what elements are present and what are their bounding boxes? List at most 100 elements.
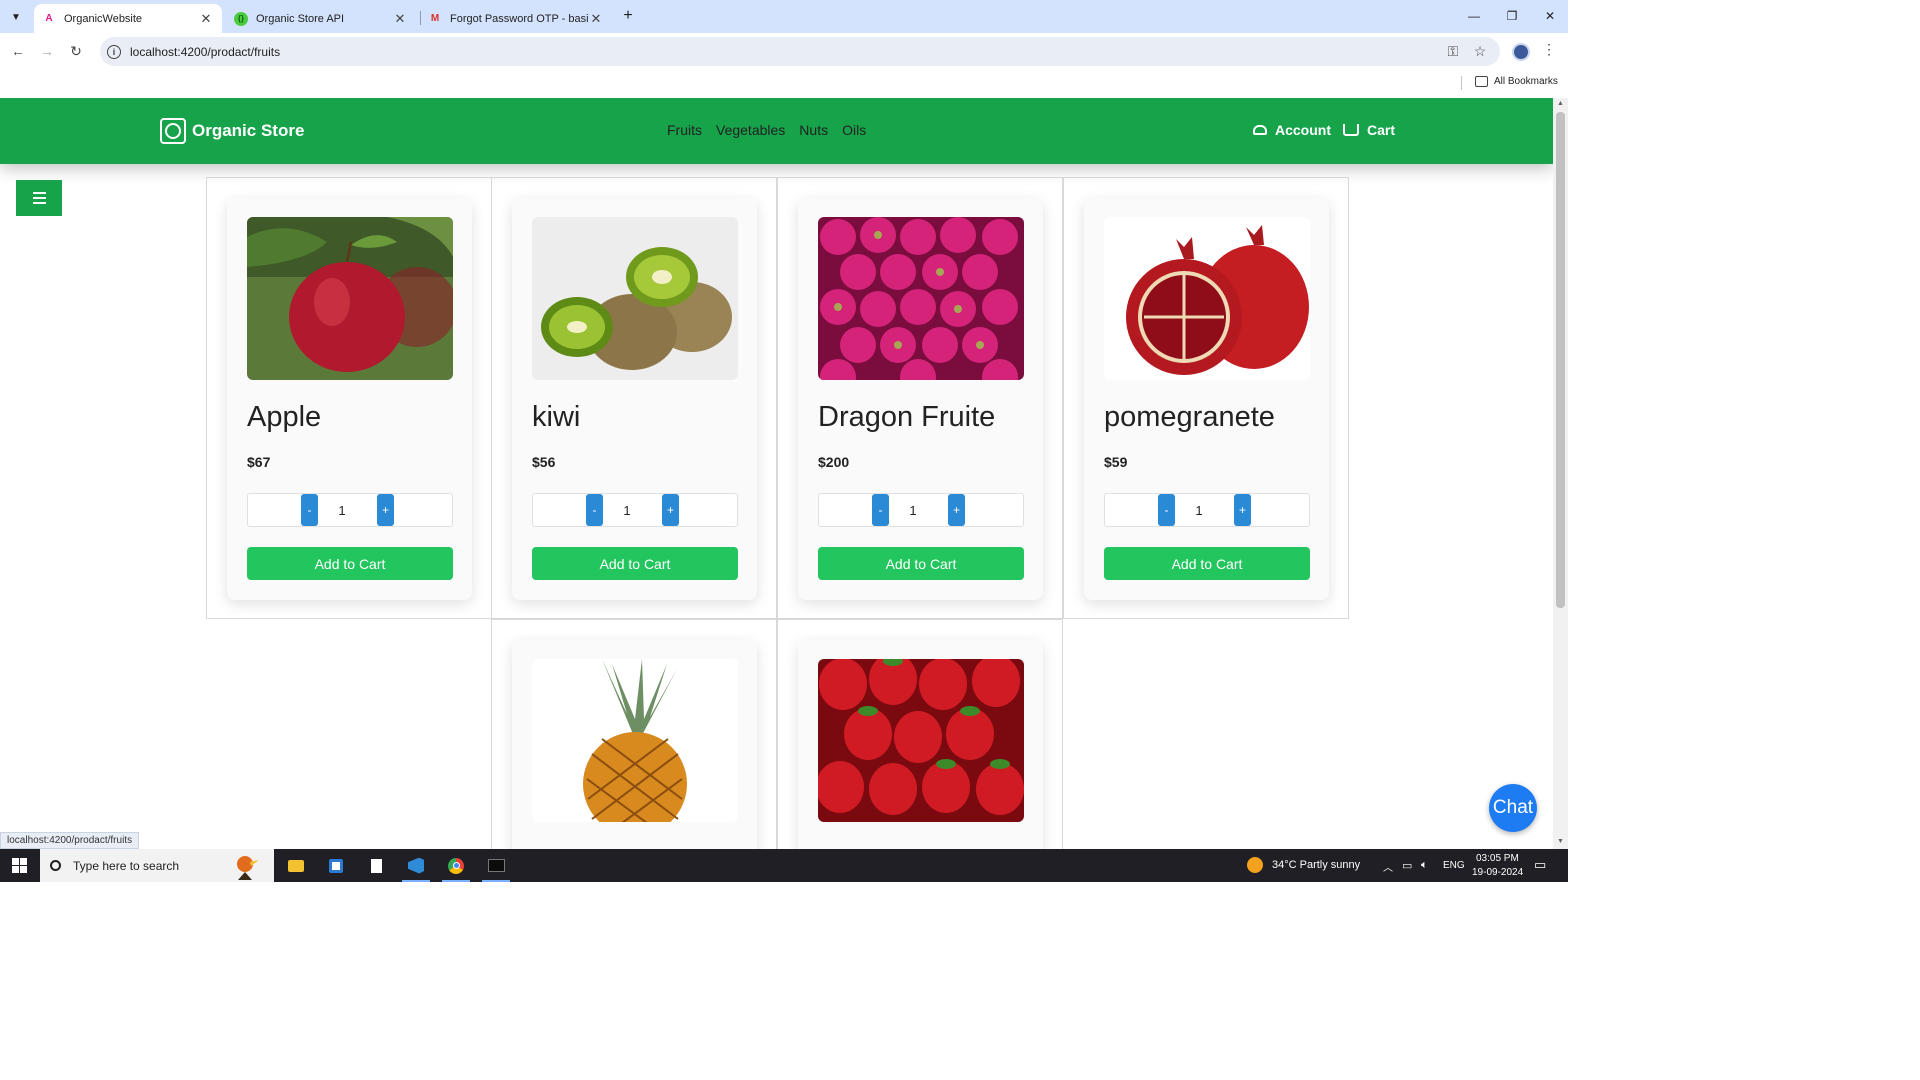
notepad-icon[interactable] — [356, 849, 396, 882]
taskbar-search-box[interactable]: Type here to search — [40, 849, 274, 882]
close-icon[interactable]: ✕ — [588, 11, 604, 27]
address-bar[interactable]: i localhost:4200/prodact/fruits — [100, 37, 1500, 66]
scroll-down-arrow-icon[interactable]: ▼ — [1556, 838, 1565, 845]
forward-arrow-icon[interactable]: → — [37, 41, 57, 61]
product-price: $59 — [1104, 454, 1128, 470]
product-card: pomegranete $59 - 1 + Add to Cart — [1084, 198, 1329, 600]
product-card — [512, 640, 757, 849]
add-to-cart-button[interactable]: Add to Cart — [247, 547, 453, 580]
increase-qty-button[interactable]: + — [1234, 494, 1251, 526]
account-label: Account — [1275, 122, 1331, 138]
product-card — [798, 640, 1043, 849]
status-bar-url: localhost:4200/prodact/fruits — [0, 832, 140, 849]
brand[interactable]: Organic Store — [160, 118, 304, 144]
scroll-up-arrow-icon[interactable]: ▲ — [1556, 100, 1565, 107]
browser-tab-strip: ▼ A OrganicWebsite ✕ {} Organic Store AP… — [0, 0, 1568, 33]
minimize-icon[interactable]: — — [1456, 4, 1492, 28]
decrease-qty-button[interactable]: - — [301, 494, 318, 526]
increase-qty-button[interactable]: + — [377, 494, 394, 526]
quantity-input[interactable]: 1 — [605, 503, 649, 518]
quantity-stepper: - 1 + — [818, 493, 1024, 527]
language-indicator[interactable]: ENG — [1443, 860, 1465, 871]
chrome-icon[interactable] — [436, 849, 476, 882]
weather-text[interactable]: 34°C Partly sunny — [1272, 859, 1360, 871]
windows-taskbar: Type here to search 34°C Partly sunny ︿ … — [0, 849, 1568, 882]
close-icon[interactable]: ✕ — [392, 11, 408, 27]
account-icon — [1253, 125, 1267, 135]
tab-title: OrganicWebsite — [64, 12, 143, 25]
product-price: $67 — [247, 454, 271, 470]
site-info-icon[interactable]: i — [107, 44, 121, 59]
new-tab-plus-icon[interactable]: + — [618, 6, 638, 26]
decrease-qty-button[interactable]: - — [1158, 494, 1175, 526]
cart-link[interactable]: Cart — [1343, 122, 1395, 138]
reload-icon[interactable]: ↻ — [66, 41, 86, 61]
add-to-cart-button[interactable]: Add to Cart — [532, 547, 738, 580]
product-name: Dragon Fruite — [818, 401, 996, 433]
windows-start-icon[interactable] — [12, 858, 27, 873]
profile-avatar[interactable] — [1512, 43, 1530, 61]
clock-time[interactable]: 03:05 PM — [1476, 853, 1519, 864]
leaf-logo-icon — [160, 118, 186, 144]
scrollbar-thumb[interactable] — [1556, 112, 1565, 608]
all-bookmarks-link[interactable]: All Bookmarks — [1494, 76, 1558, 87]
increase-qty-button[interactable]: + — [662, 494, 679, 526]
account-link[interactable]: Account — [1253, 122, 1331, 138]
window-close-icon[interactable]: ✕ — [1532, 4, 1568, 28]
product-cell: Dragon Fruite $200 - 1 + Add to Cart — [777, 177, 1063, 619]
back-arrow-icon[interactable]: ← — [8, 41, 28, 61]
product-cell — [491, 619, 777, 849]
site-header: Organic Store Fruits Vegetables Nuts Oil… — [0, 98, 1553, 164]
bookmarks-bar: All Bookmarks — [0, 70, 1568, 98]
decrease-qty-button[interactable]: - — [586, 494, 603, 526]
vscode-icon[interactable] — [396, 849, 436, 882]
taskbar-search-placeholder: Type here to search — [73, 858, 180, 873]
browser-menu-icon[interactable]: ⋮ — [1542, 41, 1556, 58]
file-explorer-icon[interactable] — [276, 849, 316, 882]
product-name: pomegranete — [1104, 401, 1275, 433]
chat-button[interactable]: Chat — [1489, 784, 1537, 832]
page-scrollbar[interactable]: ▲ ▼ — [1553, 98, 1568, 849]
nav-oils[interactable]: Oils — [842, 122, 866, 138]
brand-name: Organic Store — [192, 121, 305, 140]
product-price: $200 — [818, 454, 850, 470]
browser-toolbar: ← → ↻ i localhost:4200/prodact/fruits ⚿ … — [0, 33, 1568, 70]
nav-vegetables[interactable]: Vegetables — [716, 122, 785, 138]
network-icon[interactable]: ▭ — [1402, 859, 1412, 872]
hamburger-menu-icon[interactable] — [16, 180, 62, 216]
nav-fruits[interactable]: Fruits — [667, 122, 702, 138]
address-url[interactable]: localhost:4200/prodact/fruits — [130, 45, 280, 59]
add-to-cart-button[interactable]: Add to Cart — [818, 547, 1024, 580]
product-card: Apple $67 - 1 + Add to Cart — [227, 198, 472, 600]
close-icon[interactable]: ✕ — [198, 11, 214, 27]
volume-icon[interactable]: 🔈︎ — [1421, 859, 1428, 872]
store-icon[interactable] — [316, 849, 356, 882]
quantity-stepper: - 1 + — [1104, 493, 1310, 527]
nav-nuts[interactable]: Nuts — [799, 122, 828, 138]
pomegranate-image — [1104, 217, 1310, 380]
product-name: kiwi — [532, 401, 581, 433]
quantity-input[interactable]: 1 — [320, 503, 364, 518]
page-viewport: Organic Store Fruits Vegetables Nuts Oil… — [0, 98, 1553, 849]
tab-organic-store-api[interactable]: {} Organic Store API ✕ — [226, 4, 416, 33]
bookmark-star-icon[interactable]: ☆ — [1470, 41, 1490, 61]
password-key-icon[interactable]: ⚿ — [1443, 41, 1463, 61]
clock-date[interactable]: 19-09-2024 — [1472, 867, 1523, 878]
increase-qty-button[interactable]: + — [948, 494, 965, 526]
main-nav: Fruits Vegetables Nuts Oils — [667, 122, 880, 138]
decrease-qty-button[interactable]: - — [872, 494, 889, 526]
tab-title: Forgot Password OTP - basilah — [450, 12, 588, 25]
tab-organic-website[interactable]: A OrganicWebsite ✕ — [34, 4, 222, 33]
terminal-icon[interactable] — [476, 849, 516, 882]
quantity-input[interactable]: 1 — [1177, 503, 1221, 518]
folder-icon[interactable] — [1475, 76, 1488, 87]
restore-icon[interactable]: ❐ — [1494, 4, 1530, 28]
add-to-cart-button[interactable]: Add to Cart — [1104, 547, 1310, 580]
tab-gmail[interactable]: M Forgot Password OTP - basilah ✕ — [420, 4, 612, 33]
tab-search-chevron-icon[interactable]: ▼ — [6, 7, 26, 27]
quantity-stepper: - 1 + — [532, 493, 738, 527]
weather-sun-icon[interactable] — [1247, 857, 1263, 873]
tray-chevron-up-icon[interactable]: ︿ — [1383, 859, 1393, 874]
notification-center-icon[interactable]: ▭ — [1534, 857, 1546, 873]
quantity-input[interactable]: 1 — [891, 503, 935, 518]
